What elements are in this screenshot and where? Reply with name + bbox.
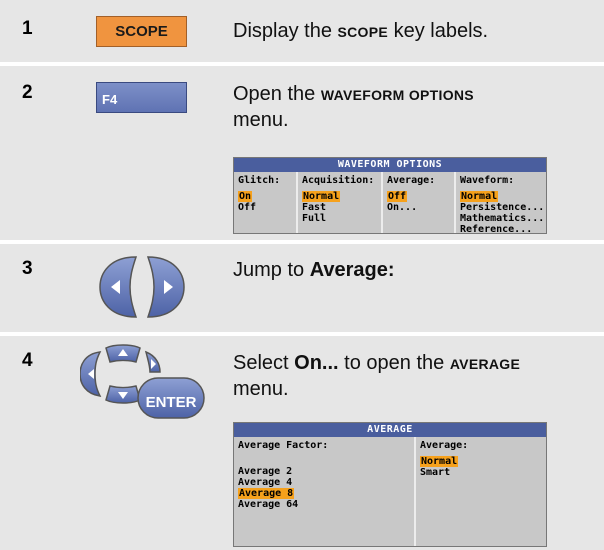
step-1-row: 1 SCOPE Display the SCOPE key labels.	[0, 0, 604, 62]
glitch-column: Glitch: On Off	[238, 175, 281, 213]
menu-option[interactable]: Off	[387, 191, 408, 202]
menu-option[interactable]: Normal	[302, 191, 341, 202]
menu-option[interactable]: Normal	[460, 191, 499, 202]
menu-option[interactable]: On...	[387, 202, 417, 213]
step-4-row: 4 ENTER Select On... to open the AVERAGE…	[0, 336, 604, 550]
f4-key[interactable]: F4	[96, 82, 187, 113]
step-1-text: Display the SCOPE key labels.	[233, 20, 489, 42]
step-2-text: Open the WAVEFORM OPTIONS menu.	[233, 83, 474, 131]
enter-key-label: ENTER	[145, 394, 197, 411]
average-mode-column: Average: Normal Smart	[414, 437, 544, 546]
step-3-row: 3 Jump to Average:	[0, 244, 604, 332]
menu-option[interactable]: Persistence...	[460, 202, 544, 213]
menu-option[interactable]: Average 64	[238, 499, 298, 510]
menu-option[interactable]: Average 2	[238, 466, 292, 477]
menu-option[interactable]: Average 8	[238, 488, 295, 499]
left-right-arrow-keys-icon[interactable]	[96, 253, 188, 321]
step-3-text: Jump to Average:	[233, 259, 395, 281]
step-number: 3	[22, 258, 33, 279]
menu-option[interactable]: Normal	[420, 456, 459, 467]
step-4-text: Select On... to open the AVERAGE menu.	[233, 352, 521, 400]
step-number: 4	[22, 350, 33, 371]
menu-option[interactable]: Average 4	[238, 477, 292, 488]
menu-title: WAVEFORM OPTIONS	[234, 158, 546, 172]
average-column: Average: Off On...	[381, 172, 454, 233]
arrow-enter-keys-icon[interactable]	[80, 344, 208, 426]
menu-option[interactable]: Smart	[420, 467, 450, 478]
menu-option[interactable]: Reference...	[460, 224, 532, 235]
acquisition-column: Acquisition: Normal Fast Full	[296, 172, 381, 233]
menu-option[interactable]: Fast	[302, 202, 326, 213]
waveform-options-menu: WAVEFORM OPTIONS Glitch: On Off Acquisit…	[233, 157, 547, 235]
menu-title: AVERAGE	[234, 423, 546, 437]
menu-option[interactable]: Mathematics...	[460, 213, 544, 224]
menu-option[interactable]: Full	[302, 213, 326, 224]
scope-key[interactable]: SCOPE	[96, 16, 187, 47]
step-number: 1	[22, 18, 33, 39]
menu-option[interactable]: Off	[238, 202, 256, 213]
average-menu: AVERAGE Average Factor: Average 2 Averag…	[233, 422, 547, 547]
waveform-column: Waveform: Normal Persistence... Mathemat…	[454, 172, 544, 235]
average-factor-column: Average Factor: Average 2 Average 4 Aver…	[238, 440, 329, 510]
menu-option[interactable]: On	[238, 191, 253, 202]
step-2-row: 2 F4 Open the WAVEFORM OPTIONS menu. WAV…	[0, 66, 604, 240]
step-number: 2	[22, 82, 33, 103]
